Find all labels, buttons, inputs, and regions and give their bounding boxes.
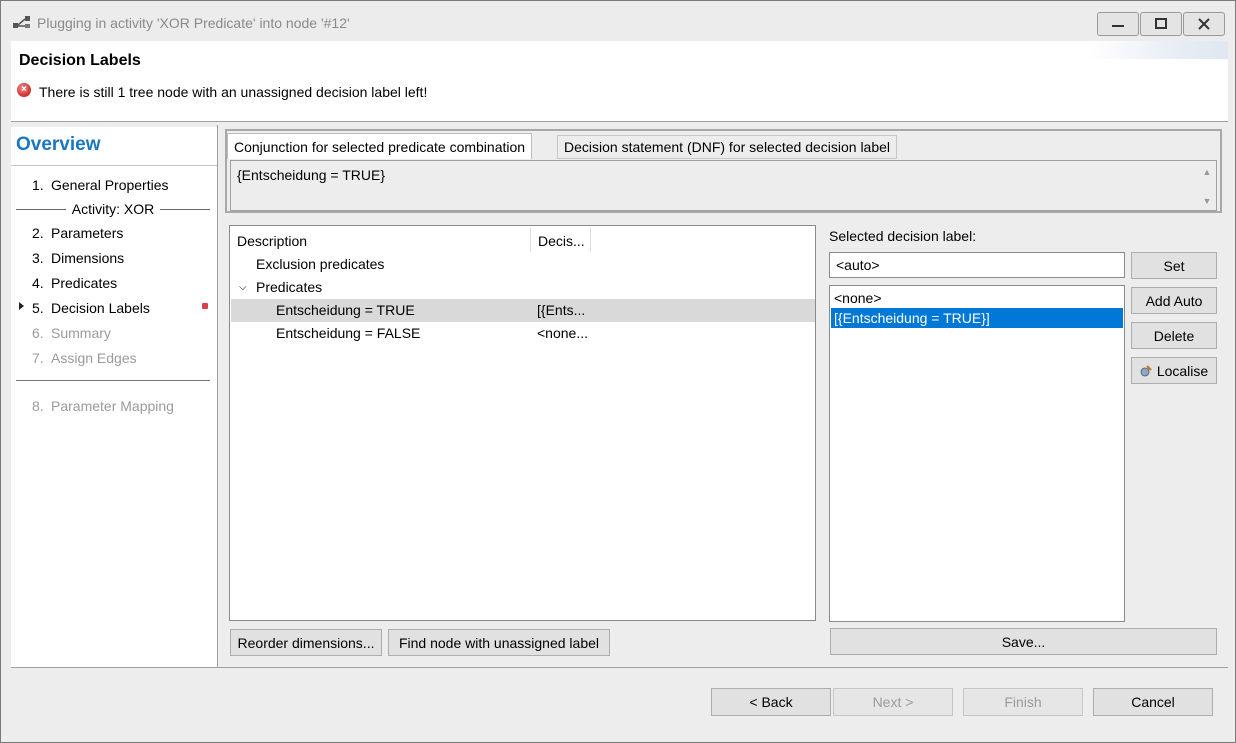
nav-title: Overview [16,134,101,155]
tab-folder: Conjunction for selected predicate combi… [225,129,1222,213]
scroll-up-icon[interactable]: ▲ [1202,167,1212,177]
set-button[interactable]: Set [1131,252,1217,279]
nav-item-label: Summary [51,325,111,341]
current-step-arrow-icon [19,302,24,310]
close-icon [1198,18,1210,30]
nav-item-label: Parameters [51,225,124,241]
tree-cell-description: Entscheidung = FALSE [276,325,421,341]
nav-item-label: Assign Edges [51,350,137,366]
maximize-icon [1155,18,1167,29]
tree-cell-description: Entscheidung = TRUE [276,302,415,318]
add-auto-button[interactable]: Add Auto [1131,287,1217,314]
header-decoration [1088,41,1228,59]
nav-group-line [16,208,66,210]
nav-group-activity: Activity: XOR [16,200,210,218]
nav-item-dimensions[interactable]: 3. Dimensions [32,250,124,266]
overview-nav: Overview 1. General Properties Activity: … [11,127,217,667]
cancel-button[interactable]: Cancel [1093,688,1213,716]
tree-cell-decision: <none... [537,325,588,341]
tree-cell-description: Exclusion predicates [256,256,385,272]
nav-item-label: Decision Labels [51,300,150,316]
tree-cell-description: Predicates [256,279,323,295]
selected-decision-label: Selected decision label: [829,228,977,244]
tab-conjunction[interactable]: Conjunction for selected predicate combi… [227,133,533,159]
tree-row[interactable]: Entscheidung = TRUE [{Ents... [231,299,815,322]
step-error-icon [202,303,208,309]
column-header-description[interactable]: Description [237,233,307,249]
list-item[interactable]: [{Entscheidung = TRUE}] [831,308,1123,328]
footer-separator [11,667,1228,668]
delete-button[interactable]: Delete [1131,322,1217,349]
conjunction-text: {Entscheidung = TRUE} [237,167,386,183]
nav-item-label: Predicates [51,275,118,291]
nav-item-number: 7. [32,350,44,366]
nav-item-predicates[interactable]: 4. Predicates [32,275,117,291]
back-button[interactable]: < Back [711,688,831,716]
nav-item-summary[interactable]: 6. Summary [32,325,111,341]
tab-content[interactable]: {Entscheidung = TRUE} ▲ ▼ [230,160,1217,211]
page-title: Decision Labels [19,52,141,69]
nav-title-divider [11,165,217,166]
next-button[interactable]: Next > [833,688,953,716]
decision-label-list[interactable]: <none> [{Entscheidung = TRUE}] [829,285,1125,622]
nav-item-number: 5. [32,300,44,316]
nav-item-assign-edges[interactable]: 7. Assign Edges [32,350,137,366]
title-bar: Plugging in activity 'XOR Predicate' int… [2,2,1234,40]
nav-group-label: Activity: XOR [71,201,155,217]
nav-item-parameters[interactable]: 2. Parameters [32,225,123,241]
error-message: There is still 1 tree node with an unass… [39,84,428,100]
nav-item-number: 8. [32,398,44,414]
window-title: Plugging in activity 'XOR Predicate' int… [37,15,350,31]
nav-item-label: Parameter Mapping [51,398,174,414]
chevron-down-icon[interactable]: ⌵ [239,282,247,293]
nav-divider [16,380,210,381]
tree-cell-decision: [{Ents... [537,302,586,318]
nav-item-number: 3. [32,250,44,266]
localise-icon [1140,364,1152,376]
localise-button[interactable]: Localise [1131,357,1217,384]
nav-group-line [160,208,210,210]
list-item[interactable]: <none> [831,288,1123,308]
maximize-button[interactable] [1140,12,1182,36]
scroll-down-icon[interactable]: ▼ [1202,196,1212,206]
decision-label-input[interactable]: <auto> [829,252,1125,278]
nav-item-decision-labels[interactable]: 5. Decision Labels [32,300,150,316]
nav-item-number: 6. [32,325,44,341]
minimize-icon [1112,25,1124,27]
finish-button[interactable]: Finish [963,688,1083,716]
header-separator [11,121,1228,122]
nav-item-number: 4. [32,275,44,291]
tree-row[interactable]: ⌵ Predicates [231,276,815,299]
page-header: Decision Labels × There is still 1 tree … [11,41,1228,121]
nav-item-number: 2. [32,225,44,241]
app-icon [13,16,30,28]
column-separator[interactable] [530,228,531,252]
tab-decision-statement[interactable]: Decision statement (DNF) for selected de… [557,135,898,159]
nav-item-number: 1. [32,177,44,193]
nav-separator [217,125,218,668]
reorder-dimensions-button[interactable]: Reorder dimensions... [230,629,382,656]
find-unassigned-button[interactable]: Find node with unassigned label [388,629,610,656]
column-header-decision[interactable]: Decis... [538,233,585,249]
predicate-tree[interactable]: Description Decis... Exclusion predicate… [229,225,816,621]
save-button[interactable]: Save... [830,628,1217,655]
minimize-button[interactable] [1097,12,1139,36]
error-icon: × [17,83,31,97]
nav-item-label: General Properties [51,177,169,193]
close-button[interactable] [1183,12,1225,36]
wizard-window: Plugging in activity 'XOR Predicate' int… [0,0,1236,743]
localise-label: Localise [1156,362,1209,379]
tree-row[interactable]: Exclusion predicates [231,253,815,276]
nav-item-parameter-mapping[interactable]: 8. Parameter Mapping [32,398,174,414]
column-separator[interactable] [590,228,591,252]
nav-item-general-properties[interactable]: 1. General Properties [32,177,169,193]
nav-item-label: Dimensions [51,250,125,266]
tree-row[interactable]: Entscheidung = FALSE <none... [231,322,815,345]
